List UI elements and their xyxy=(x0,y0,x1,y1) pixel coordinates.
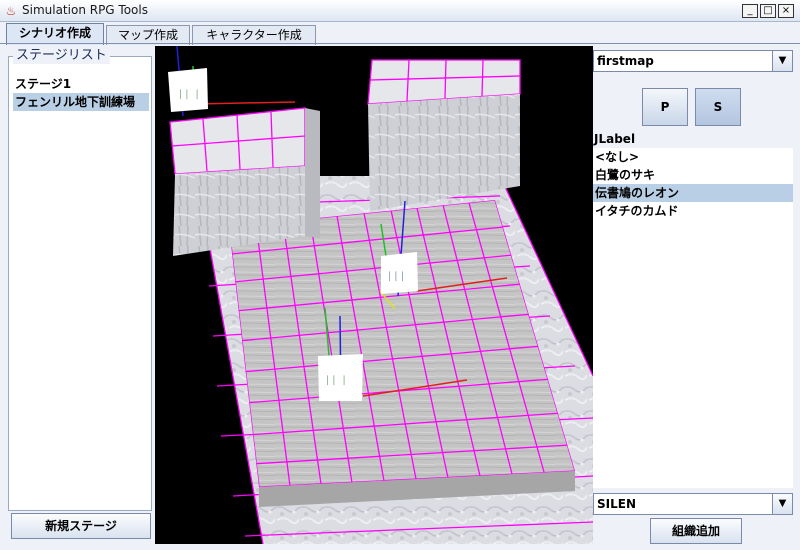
map-3d-viewport[interactable]: ᛁᛁ ᛁ ᛁᛁᛁ ᛁᛁ ᛁ xyxy=(155,46,593,544)
java-cup-icon: ♨ xyxy=(5,4,17,18)
character-item[interactable]: イタチのカムド xyxy=(593,202,793,220)
organization-select[interactable]: SILEN ▼ xyxy=(593,493,793,515)
stage-item[interactable]: フェンリル地下訓練場 xyxy=(13,93,149,111)
map-side-panel: firstmap ▼ P S JLabel <なし> 白鷺のサキ 伝書鳩のレオン… xyxy=(593,46,800,550)
svg-text:ᛁᛁ ᛁ: ᛁᛁ ᛁ xyxy=(177,88,200,101)
map-select-value: firstmap xyxy=(597,54,654,68)
tab-bar: シナリオ作成 マップ作成 キャラクター作成 xyxy=(0,22,800,45)
tab-scenario[interactable]: シナリオ作成 xyxy=(6,23,104,45)
tab-map[interactable]: マップ作成 xyxy=(106,25,190,45)
character-item[interactable]: 白鷺のサキ xyxy=(593,166,793,184)
stage-item[interactable]: ステージ1 xyxy=(13,75,149,93)
svg-text:ᛁᛁᛁ: ᛁᛁᛁ xyxy=(386,270,406,283)
character-item[interactable]: 伝書鳩のレオン xyxy=(593,184,793,202)
pillar-left-side xyxy=(305,108,320,238)
close-button[interactable]: × xyxy=(778,4,794,18)
map-select[interactable]: firstmap ▼ xyxy=(593,50,793,72)
character-item[interactable]: <なし> xyxy=(593,148,793,166)
stage-list-group: ステージ1 フェンリル地下訓練場 xyxy=(8,56,152,511)
minimize-button[interactable]: _ xyxy=(742,4,758,18)
characters-label: JLabel xyxy=(594,132,636,146)
s-button[interactable]: S xyxy=(695,88,741,126)
tab-character[interactable]: キャラクター作成 xyxy=(192,25,316,45)
triangle-down-icon[interactable]: ▼ xyxy=(772,51,792,71)
map-scene: ᛁᛁ ᛁ ᛁᛁᛁ ᛁᛁ ᛁ xyxy=(168,46,593,544)
triangle-down-icon[interactable]: ▼ xyxy=(772,494,792,514)
add-organization-button[interactable]: 組織追加 xyxy=(650,518,742,544)
character-list[interactable]: <なし> 白鷺のサキ 伝書鳩のレオン イタチのカムド xyxy=(593,148,793,488)
new-stage-button[interactable]: 新規ステージ xyxy=(11,513,151,539)
p-button[interactable]: P xyxy=(642,88,688,126)
stage-panel: ステージ1 フェンリル地下訓練場 ステージリスト 新規ステージ xyxy=(5,48,155,545)
stage-list[interactable]: ステージ1 フェンリル地下訓練場 xyxy=(13,75,149,111)
svg-text:ᛁᛁ ᛁ: ᛁᛁ ᛁ xyxy=(324,374,347,387)
maximize-button[interactable]: □ xyxy=(760,4,776,18)
window-titlebar[interactable]: ♨ Simulation RPG Tools _ □ × xyxy=(0,0,800,22)
window-title: Simulation RPG Tools xyxy=(22,3,148,17)
organization-select-value: SILEN xyxy=(597,497,636,511)
unit-marker-1[interactable]: ᛁᛁ ᛁ xyxy=(168,46,296,117)
tab-divider xyxy=(0,43,800,44)
stage-list-legend: ステージリスト xyxy=(13,48,110,64)
